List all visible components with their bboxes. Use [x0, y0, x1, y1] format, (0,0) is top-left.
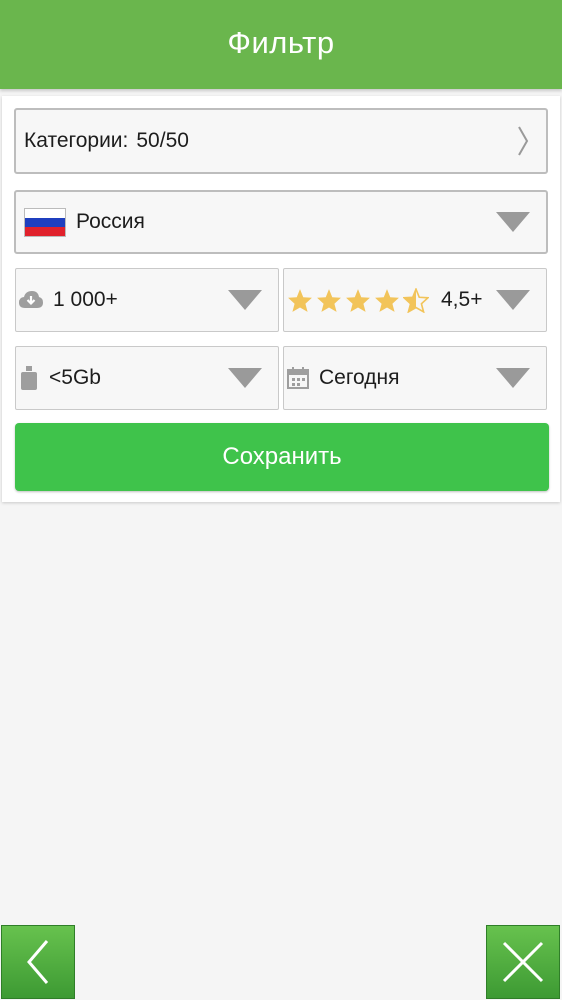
dropdown-arrow-icon [228, 368, 262, 388]
country-value: Россия [76, 210, 145, 233]
rating-stars [287, 287, 429, 313]
chevron-right-icon [518, 126, 529, 156]
star-icon [346, 288, 370, 312]
dropdown-arrow-icon [496, 368, 530, 388]
rating-value: 4,5+ [441, 288, 483, 311]
categories-selector[interactable]: Категории: 50/50 [14, 108, 548, 174]
star-icon [375, 288, 399, 312]
date-value: Сегодня [319, 366, 400, 389]
half-star-icon [403, 287, 429, 313]
rating-dropdown[interactable]: 4,5+ [283, 268, 547, 332]
downloads-value: 1 000+ [53, 288, 118, 311]
date-dropdown[interactable]: Сегодня [283, 346, 547, 410]
page-title: Фильтр [227, 24, 335, 60]
weight-icon [19, 365, 39, 391]
close-icon [502, 941, 544, 983]
app-header: Фильтр [0, 0, 562, 89]
dropdown-arrow-icon [496, 212, 530, 232]
back-button[interactable] [1, 925, 75, 999]
star-icon [317, 288, 341, 312]
calendar-icon [287, 367, 309, 389]
categories-label: Категории: [24, 129, 129, 152]
cloud-download-icon [19, 291, 43, 309]
dropdown-arrow-icon [228, 290, 262, 310]
downloads-dropdown[interactable]: 1 000+ [15, 268, 279, 332]
close-button[interactable] [486, 925, 560, 999]
russia-flag-icon [24, 207, 66, 237]
size-value: <5Gb [49, 366, 101, 389]
dropdown-arrow-icon [496, 290, 530, 310]
size-dropdown[interactable]: <5Gb [15, 346, 279, 410]
filter-panel: Категории: 50/50 Россия 1 000+ 4,5+ <5Gb… [2, 96, 560, 502]
save-button[interactable]: Сохранить [15, 423, 549, 491]
star-icon [288, 288, 312, 312]
categories-value: 50/50 [136, 129, 189, 152]
chevron-left-icon [27, 940, 49, 984]
country-dropdown[interactable]: Россия [14, 190, 548, 254]
